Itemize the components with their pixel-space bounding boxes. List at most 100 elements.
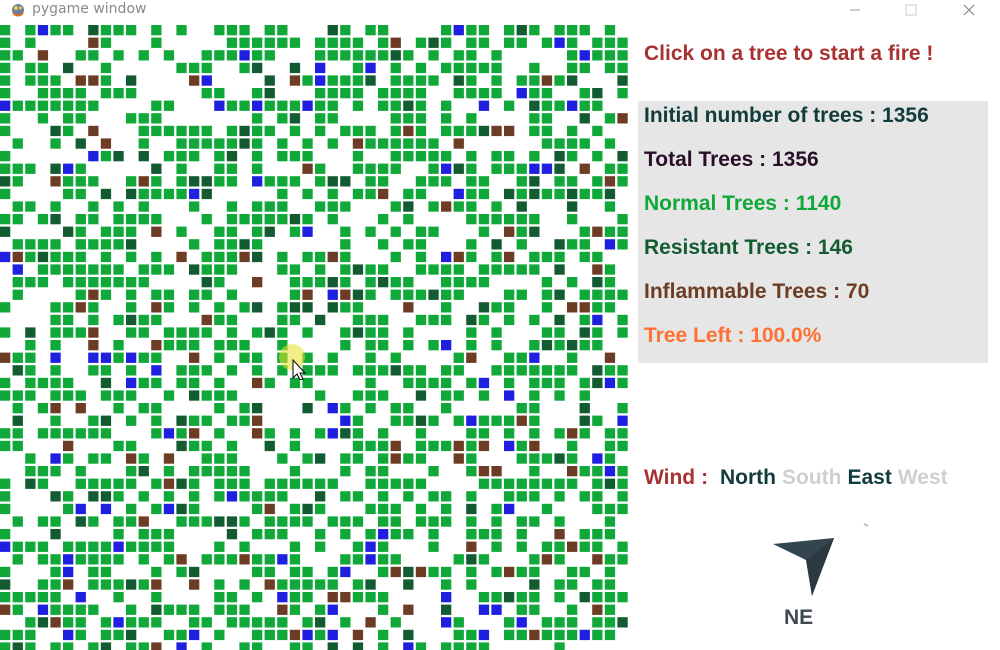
grid-cell[interactable] [352,188,364,200]
grid-cell[interactable] [151,264,162,275]
grid-cell[interactable] [88,604,99,615]
grid-cell[interactable] [567,138,578,149]
grid-cell[interactable] [138,188,149,200]
grid-cell[interactable] [428,466,439,477]
grid-cell[interactable] [75,503,86,515]
maximize-button[interactable] [888,0,934,20]
grid-cell[interactable] [226,365,238,376]
grid-cell[interactable] [289,642,301,650]
grid-cell[interactable] [277,113,288,124]
grid-cell[interactable] [277,251,288,263]
grid-cell[interactable] [415,62,427,74]
grid-cell[interactable] [491,327,502,338]
grid-cell[interactable] [352,516,364,527]
grid-cell[interactable] [12,264,23,275]
grid-cell[interactable] [88,37,99,48]
grid-cell[interactable] [403,138,414,149]
grid-cell[interactable] [277,100,288,111]
grid-cell[interactable] [25,617,36,628]
grid-cell[interactable] [12,251,23,263]
grid-cell[interactable] [365,75,376,86]
grid-cell[interactable] [592,151,603,162]
grid-cell[interactable] [63,617,74,628]
grid-cell[interactable] [504,226,515,237]
grid-cell[interactable] [138,491,149,502]
grid-cell[interactable] [0,327,11,338]
grid-cell[interactable] [478,529,490,540]
forest-grid[interactable] [0,25,630,650]
wind-option-north[interactable]: North [720,466,776,489]
grid-cell[interactable] [226,340,238,351]
grid-cell[interactable] [441,100,452,111]
grid-cell[interactable] [151,403,162,414]
grid-cell[interactable] [126,352,137,363]
grid-cell[interactable] [390,365,401,376]
grid-cell[interactable] [126,466,137,477]
grid-cell[interactable] [88,415,99,426]
grid-cell[interactable] [302,365,313,376]
grid-cell[interactable] [592,478,603,489]
grid-cell[interactable] [604,264,616,275]
grid-cell[interactable] [516,478,527,489]
grid-cell[interactable] [151,478,162,489]
grid-cell[interactable] [100,188,112,200]
grid-cell[interactable] [100,365,112,376]
grid-cell[interactable] [441,377,452,389]
grid-cell[interactable] [289,214,301,225]
grid-cell[interactable] [151,377,162,389]
grid-cell[interactable] [75,428,86,439]
grid-cell[interactable] [189,176,200,187]
grid-cell[interactable] [277,491,288,502]
grid-cell[interactable] [541,302,553,313]
grid-cell[interactable] [75,617,86,628]
grid-cell[interactable] [25,340,36,351]
grid-cell[interactable] [592,302,603,313]
grid-cell[interactable] [138,125,149,137]
grid-cell[interactable] [214,592,225,603]
grid-cell[interactable] [12,428,23,439]
grid-cell[interactable] [264,25,275,36]
grid-cell[interactable] [504,25,515,36]
grid-cell[interactable] [579,340,590,351]
grid-cell[interactable] [403,289,414,300]
grid-cell[interactable] [617,75,628,86]
grid-cell[interactable] [491,251,502,263]
grid-cell[interactable] [252,592,263,603]
grid-cell[interactable] [239,100,250,111]
grid-cell[interactable] [579,428,590,439]
grid-cell[interactable] [252,529,263,540]
grid-cell[interactable] [617,239,628,250]
grid-cell[interactable] [12,390,23,401]
grid-cell[interactable] [352,62,364,74]
grid-cell[interactable] [50,352,61,363]
grid-cell[interactable] [25,629,36,641]
grid-cell[interactable] [12,201,23,212]
grid-cell[interactable] [529,25,540,36]
grid-cell[interactable] [378,163,389,174]
grid-cell[interactable] [126,25,137,36]
grid-cell[interactable] [617,592,628,603]
grid-cell[interactable] [567,50,578,61]
grid-cell[interactable] [264,327,275,338]
grid-cell[interactable] [239,516,250,527]
grid-cell[interactable] [176,138,187,149]
grid-cell[interactable] [315,529,326,540]
grid-cell[interactable] [554,239,565,250]
grid-cell[interactable] [264,50,275,61]
grid-cell[interactable] [554,340,565,351]
grid-cell[interactable] [0,188,11,200]
grid-cell[interactable] [151,289,162,300]
grid-cell[interactable] [403,214,414,225]
grid-cell[interactable] [352,440,364,452]
grid-cell[interactable] [50,491,61,502]
grid-cell[interactable] [239,403,250,414]
grid-cell[interactable] [75,466,86,477]
grid-cell[interactable] [617,163,628,174]
grid-cell[interactable] [214,554,225,565]
grid-cell[interactable] [151,188,162,200]
grid-cell[interactable] [466,201,477,212]
grid-cell[interactable] [415,88,427,99]
grid-cell[interactable] [37,516,49,527]
grid-cell[interactable] [138,201,149,212]
grid-cell[interactable] [592,466,603,477]
